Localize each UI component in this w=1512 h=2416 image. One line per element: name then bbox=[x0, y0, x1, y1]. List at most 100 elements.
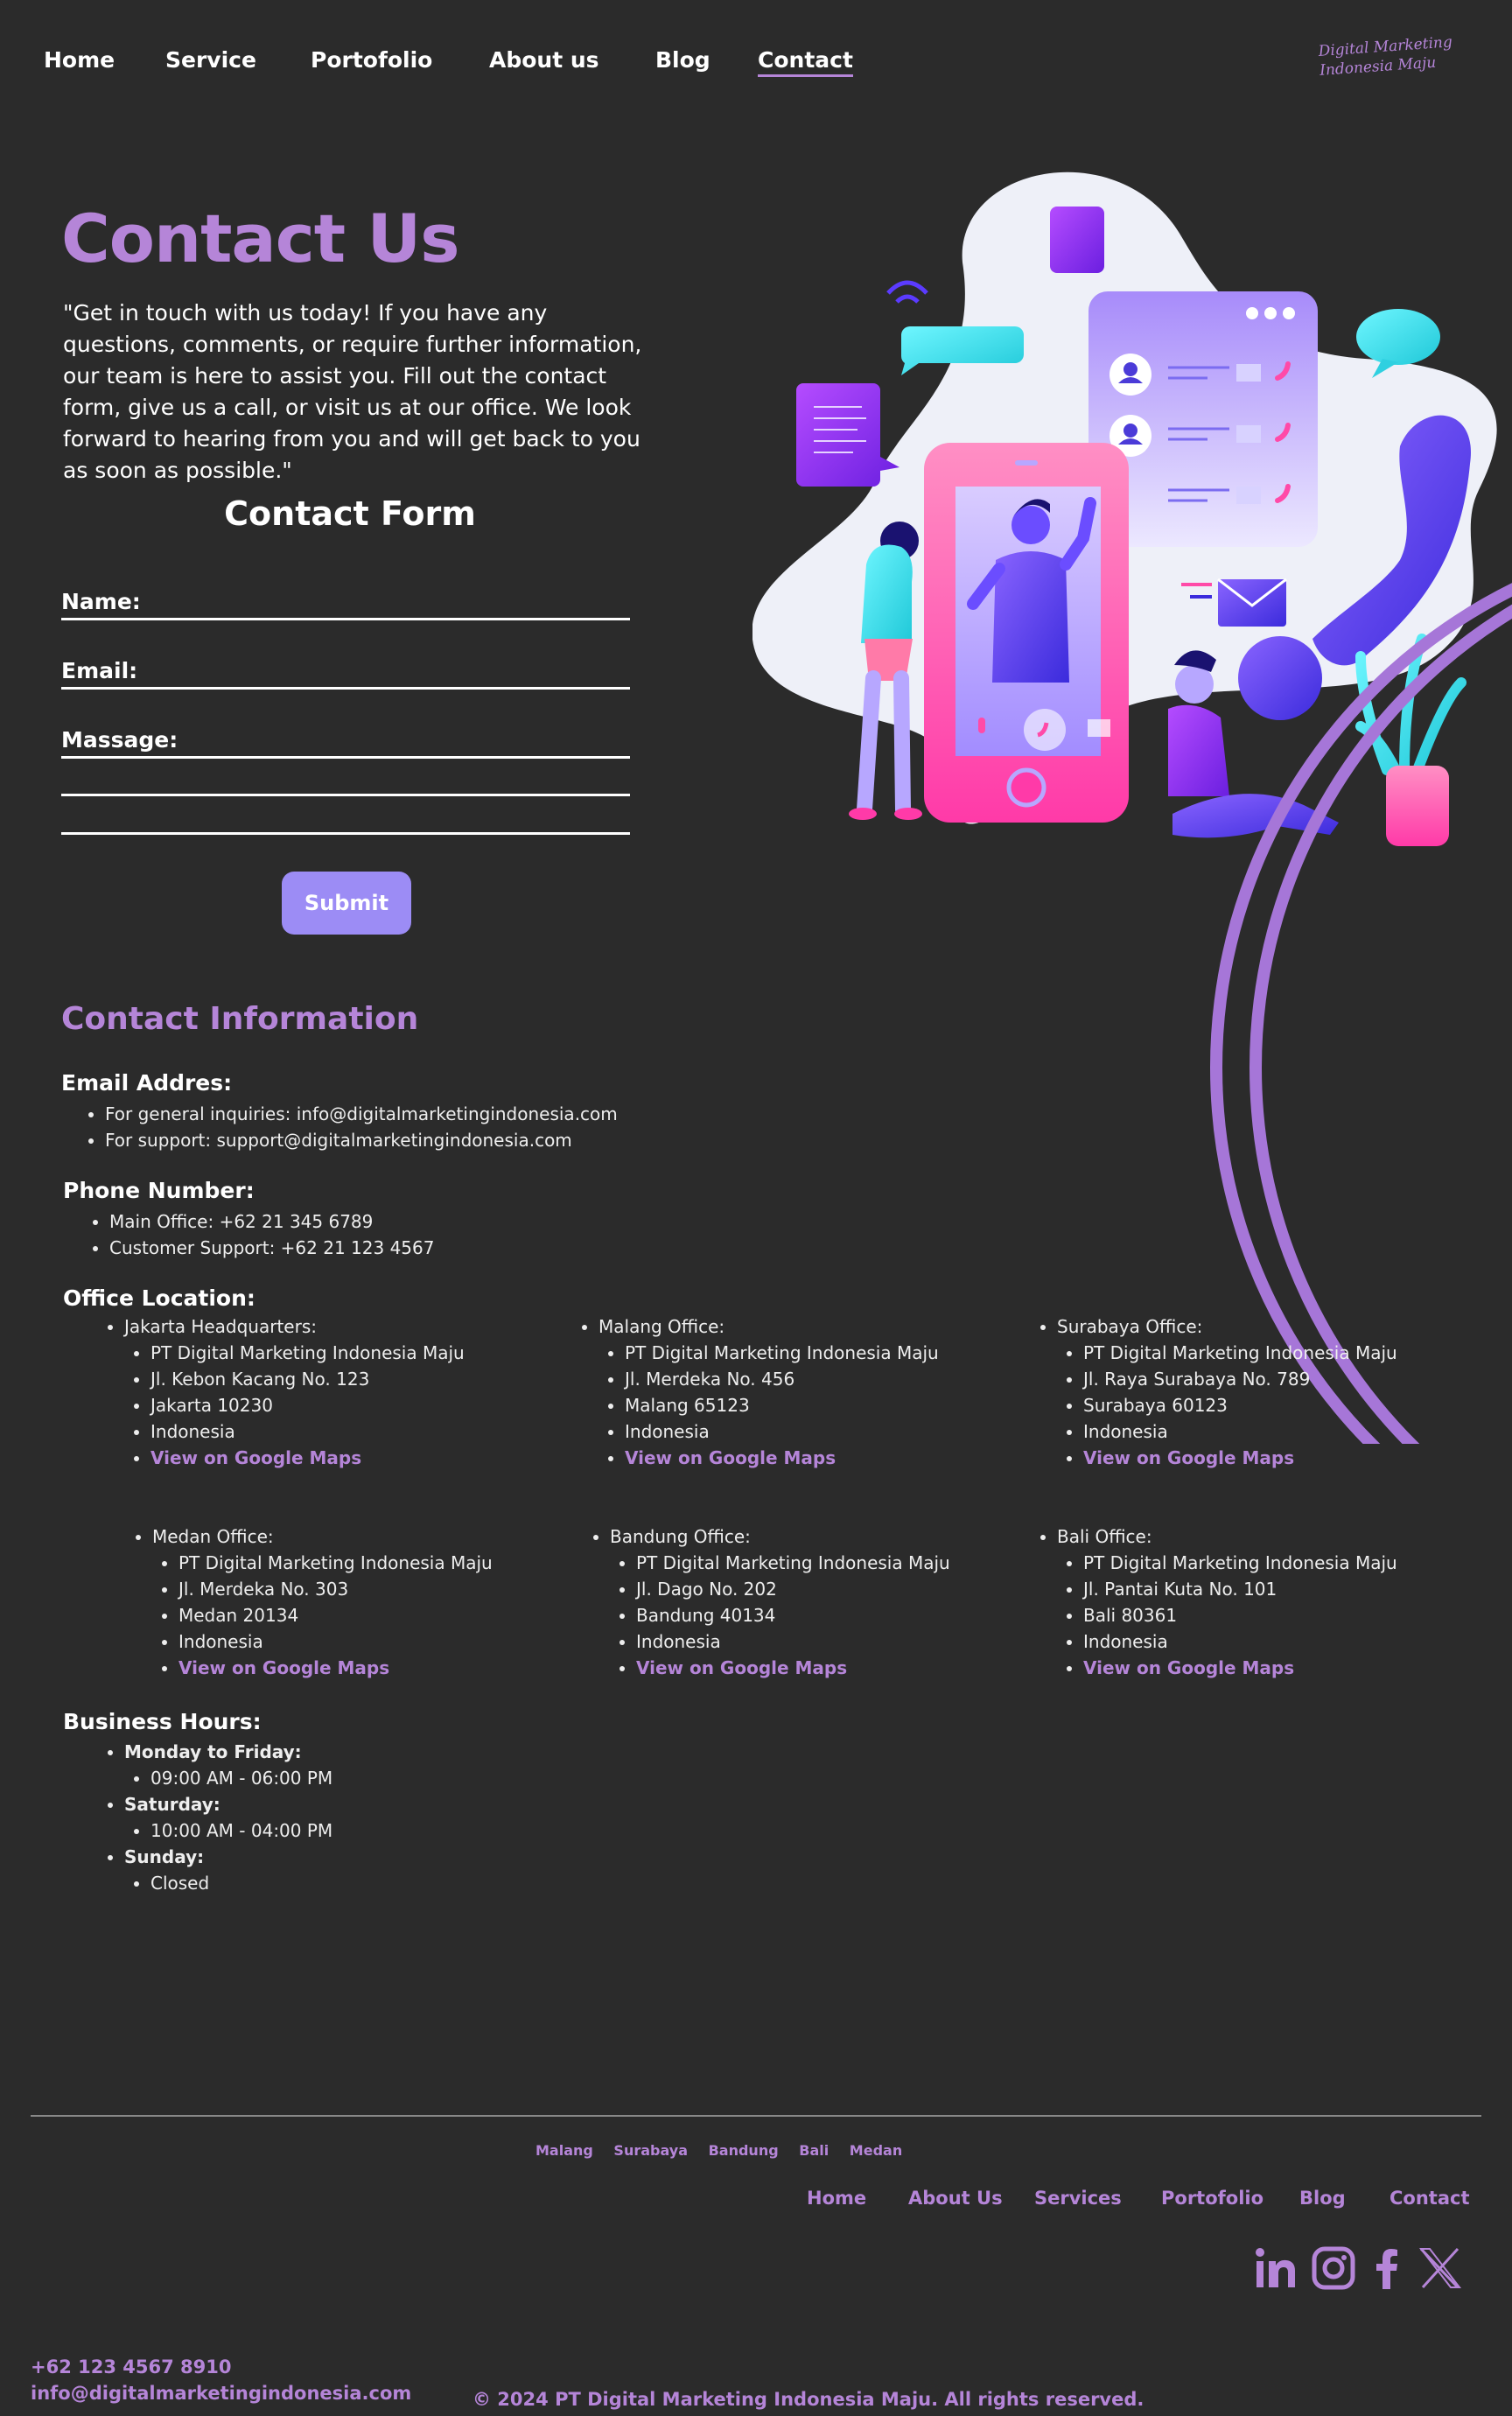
office-street: Jl. Pantai Kuta No. 101 bbox=[1083, 1576, 1397, 1602]
nav-contact[interactable]: Contact bbox=[758, 47, 853, 77]
email-label: Email: bbox=[61, 658, 138, 683]
office-company: PT Digital Marketing Indonesia Maju bbox=[150, 1340, 465, 1366]
instagram-icon[interactable] bbox=[1311, 2245, 1356, 2291]
chat-bubble-icon bbox=[1356, 309, 1440, 365]
office-city: Malang 65123 bbox=[625, 1392, 939, 1418]
office-name: Jakarta Headquarters: bbox=[124, 1316, 317, 1337]
phone-list: Main Office: +62 21 345 6789 Customer Su… bbox=[83, 1208, 434, 1261]
office-company: PT Digital Marketing Indonesia Maju bbox=[636, 1550, 950, 1576]
hours-weekday-time: 09:00 AM - 06:00 PM bbox=[150, 1765, 332, 1791]
name-field[interactable] bbox=[61, 618, 630, 620]
footer-city[interactable]: Surabaya bbox=[613, 2142, 688, 2159]
hours-saturday-label: Saturday: bbox=[124, 1794, 220, 1815]
office-company: PT Digital Marketing Indonesia Maju bbox=[1083, 1340, 1397, 1366]
office-street: Jl. Dago No. 202 bbox=[636, 1576, 950, 1602]
footer-nav-blog[interactable]: Blog bbox=[1299, 2188, 1346, 2209]
footer-city[interactable]: Malang bbox=[536, 2142, 593, 2159]
notebook-icon bbox=[1050, 207, 1104, 273]
nav-portofolio[interactable]: Portofolio bbox=[311, 47, 432, 73]
office-bandung: Bandung Office: PT Digital Marketing Ind… bbox=[584, 1523, 950, 1681]
office-company: PT Digital Marketing Indonesia Maju bbox=[625, 1340, 939, 1366]
phone-main: Main Office: +62 21 345 6789 bbox=[109, 1208, 434, 1235]
linkedin-icon[interactable] bbox=[1253, 2245, 1298, 2291]
nav-about-us[interactable]: About us bbox=[489, 47, 599, 73]
office-city: Bandung 40134 bbox=[636, 1602, 950, 1628]
name-label: Name: bbox=[61, 589, 141, 614]
office-country: Indonesia bbox=[1083, 1628, 1397, 1655]
hours-heading: Business Hours: bbox=[63, 1709, 262, 1734]
office-jakarta: Jakarta Headquarters: PT Digital Marketi… bbox=[98, 1313, 465, 1471]
office-country: Indonesia bbox=[178, 1628, 493, 1655]
message-field-line-2[interactable] bbox=[61, 794, 630, 796]
contact-form-title: Contact Form bbox=[224, 494, 476, 533]
nav-home[interactable]: Home bbox=[44, 47, 115, 73]
office-city: Jakarta 10230 bbox=[150, 1392, 465, 1418]
office-country: Indonesia bbox=[625, 1418, 939, 1445]
nav-service[interactable]: Service bbox=[165, 47, 256, 73]
contact-illustration bbox=[752, 172, 1512, 1444]
footer-nav-services[interactable]: Services bbox=[1034, 2188, 1122, 2209]
office-name: Bali Office: bbox=[1057, 1526, 1152, 1547]
google-maps-link-surabaya[interactable]: View on Google Maps bbox=[1083, 1447, 1294, 1468]
hours-sunday-label: Sunday: bbox=[124, 1846, 205, 1867]
footer-email[interactable]: info@digitalmarketingindonesia.com bbox=[31, 2383, 411, 2404]
office-city: Bali 80361 bbox=[1083, 1602, 1397, 1628]
office-country: Indonesia bbox=[1083, 1418, 1397, 1445]
footer-nav-about-us[interactable]: About Us bbox=[908, 2188, 1003, 2209]
message-label: Massage: bbox=[61, 727, 178, 753]
footer-city[interactable]: Medan bbox=[850, 2142, 902, 2159]
google-maps-link-malang[interactable]: View on Google Maps bbox=[625, 1447, 836, 1468]
office-country: Indonesia bbox=[636, 1628, 950, 1655]
office-surabaya: Surabaya Office: PT Digital Marketing In… bbox=[1031, 1313, 1397, 1471]
nav-blog[interactable]: Blog bbox=[655, 47, 710, 73]
footer-cities: Malang Surabaya Bandung Bali Medan bbox=[536, 2142, 918, 2159]
x-icon[interactable] bbox=[1418, 2245, 1463, 2291]
email-field[interactable] bbox=[61, 687, 630, 690]
office-name: Medan Office: bbox=[152, 1526, 274, 1547]
office-street: Jl. Merdeka No. 456 bbox=[625, 1366, 939, 1392]
footer-city[interactable]: Bandung bbox=[709, 2142, 779, 2159]
office-city: Medan 20134 bbox=[178, 1602, 493, 1628]
hours-sunday-time: Closed bbox=[150, 1870, 332, 1896]
office-malang: Malang Office: PT Digital Marketing Indo… bbox=[572, 1313, 939, 1471]
office-name: Bandung Office: bbox=[610, 1526, 751, 1547]
office-bali: Bali Office: PT Digital Marketing Indone… bbox=[1031, 1523, 1397, 1681]
email-heading: Email Addres: bbox=[61, 1070, 233, 1096]
phone-support: Customer Support: +62 21 123 4567 bbox=[109, 1235, 434, 1261]
submit-button[interactable]: Submit bbox=[282, 872, 411, 935]
google-maps-link-bandung[interactable]: View on Google Maps bbox=[636, 1657, 847, 1678]
footer-phone[interactable]: +62 123 4567 8910 bbox=[31, 2356, 231, 2377]
office-city: Surabaya 60123 bbox=[1083, 1392, 1397, 1418]
hours-weekday-label: Monday to Friday: bbox=[124, 1741, 302, 1762]
office-street: Jl. Kebon Kacang No. 123 bbox=[150, 1366, 465, 1392]
contact-info-title: Contact Information bbox=[61, 1001, 419, 1037]
office-company: PT Digital Marketing Indonesia Maju bbox=[1083, 1550, 1397, 1576]
footer-divider bbox=[31, 2115, 1481, 2117]
intro-text: "Get in touch with us today! If you have… bbox=[63, 300, 642, 483]
footer-nav-contact[interactable]: Contact bbox=[1390, 2188, 1470, 2209]
message-field-line-3[interactable] bbox=[61, 832, 630, 835]
google-maps-link-medan[interactable]: View on Google Maps bbox=[178, 1657, 389, 1678]
office-country: Indonesia bbox=[150, 1418, 465, 1445]
office-medan: Medan Office: PT Digital Marketing Indon… bbox=[126, 1523, 493, 1681]
office-company: PT Digital Marketing Indonesia Maju bbox=[178, 1550, 493, 1576]
office-street: Jl. Merdeka No. 303 bbox=[178, 1576, 493, 1602]
email-support: For support: support@digitalmarketingind… bbox=[105, 1127, 618, 1153]
google-maps-link-bali[interactable]: View on Google Maps bbox=[1083, 1657, 1294, 1678]
site-logo[interactable]: Digital Marketing Indonesia Maju bbox=[1318, 32, 1454, 81]
phone-heading: Phone Number: bbox=[63, 1178, 255, 1203]
message-field-line-1[interactable] bbox=[61, 756, 630, 759]
footer-nav-home[interactable]: Home bbox=[807, 2188, 866, 2209]
footer-nav-portofolio[interactable]: Portofolio bbox=[1161, 2188, 1264, 2209]
copyright: © 2024 PT Digital Marketing Indonesia Ma… bbox=[472, 2389, 1144, 2410]
page-title: Contact Us bbox=[61, 200, 459, 277]
hours-saturday-time: 10:00 AM - 04:00 PM bbox=[150, 1817, 332, 1844]
google-maps-link-jakarta[interactable]: View on Google Maps bbox=[150, 1447, 361, 1468]
office-name: Malang Office: bbox=[598, 1316, 725, 1337]
office-heading: Office Location: bbox=[63, 1285, 256, 1311]
hours-list: Monday to Friday: 09:00 AM - 06:00 PM Sa… bbox=[98, 1739, 332, 1896]
office-street: Jl. Raya Surabaya No. 789 bbox=[1083, 1366, 1397, 1392]
facebook-icon[interactable] bbox=[1365, 2245, 1410, 2291]
footer-city[interactable]: Bali bbox=[799, 2142, 829, 2159]
office-name: Surabaya Office: bbox=[1057, 1316, 1203, 1337]
